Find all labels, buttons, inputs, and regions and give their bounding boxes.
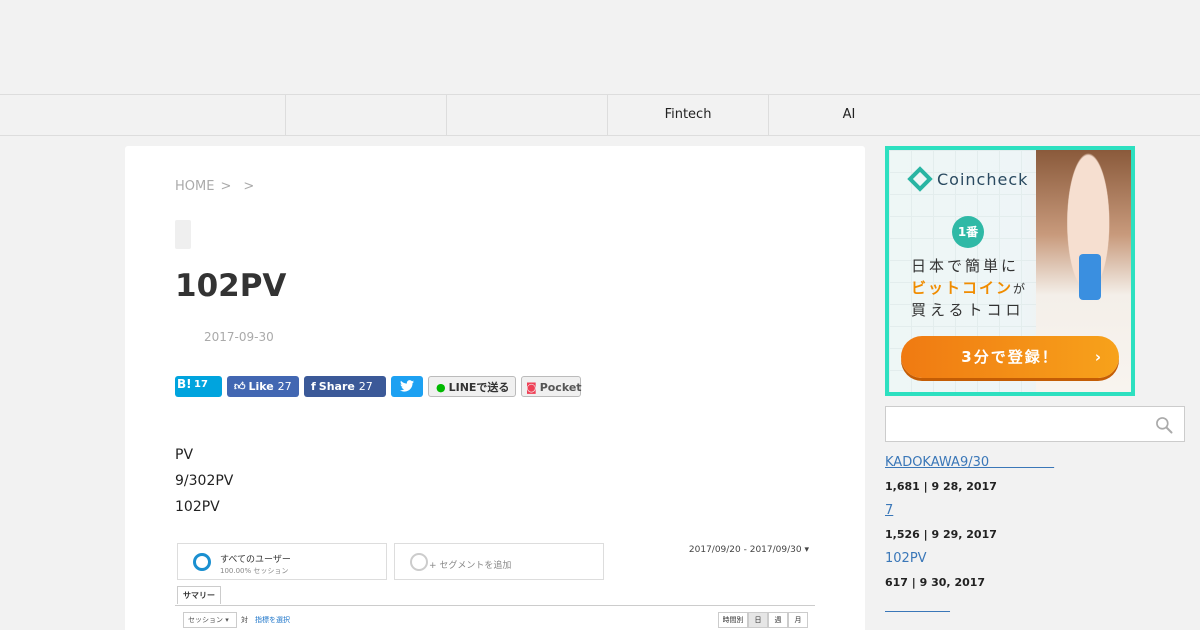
breadcrumb-home[interactable]: HOME bbox=[175, 179, 214, 194]
body-line: 9/302PV bbox=[175, 473, 234, 489]
tab-summary: サマリー bbox=[177, 586, 221, 604]
period-hour: 時間別 bbox=[718, 612, 748, 628]
ad-headline-2: ビットコインが bbox=[911, 279, 1028, 297]
like-label: Like bbox=[248, 380, 274, 393]
article-body: PV 9/302PV 102PV bbox=[175, 442, 233, 520]
ad-register-button[interactable]: 3分で登録！ › bbox=[901, 336, 1119, 378]
period-week: 週 bbox=[768, 612, 788, 628]
twitter-button[interactable] bbox=[391, 376, 423, 397]
hatena-bookmark-button[interactable]: B! 17 bbox=[175, 376, 222, 397]
date-range: 2017/09/20 - 2017/09/30 ▾ bbox=[688, 545, 809, 555]
line-icon: ● bbox=[436, 381, 446, 394]
search-box bbox=[885, 406, 1185, 442]
share-count: 27 bbox=[358, 380, 373, 393]
ad-headline-1: 日本で簡単に bbox=[911, 257, 1020, 275]
pocket-button[interactable]: ◙ Pocket bbox=[521, 376, 582, 397]
pocket-label: Pocket bbox=[539, 381, 582, 394]
popular-post-meta: 1,526 | 9 29, 2017 bbox=[885, 528, 997, 541]
nav-item-2[interactable] bbox=[446, 95, 607, 135]
twitter-bird-icon bbox=[400, 380, 414, 392]
segment-ring-icon bbox=[193, 553, 211, 571]
segment-all-users: すべてのユーザー 100.00% セッション bbox=[177, 543, 387, 580]
segment-name: すべてのユーザー bbox=[220, 555, 291, 565]
period-month: 月 bbox=[788, 612, 808, 628]
global-nav: Fintech AI bbox=[0, 94, 1200, 136]
ad-brand: Coincheck bbox=[937, 170, 1029, 189]
category-label[interactable] bbox=[175, 220, 191, 249]
nav-item-ai[interactable]: AI bbox=[768, 95, 929, 135]
search-input[interactable] bbox=[886, 407, 1146, 441]
article-card: HOME > > 102PV 2017-09-30 B! 17 👍︎ Like 27 … bbox=[125, 146, 865, 630]
analytics-screenshot-image: すべてのユーザー 100.00% セッション + セグメントを追加 2017/0… bbox=[175, 541, 815, 630]
hatena-icon: B! bbox=[177, 377, 192, 391]
nav-item-fintech[interactable]: Fintech bbox=[607, 95, 768, 135]
ad-inner: Coincheck 1番 日本で簡単に ビットコインが 買えるトコロ 3分で登録… bbox=[889, 150, 1131, 392]
divider bbox=[175, 605, 815, 606]
pick-metric-link: 指標を選択 bbox=[255, 616, 290, 624]
facebook-like-button[interactable]: 👍︎ Like 27 bbox=[227, 376, 299, 397]
period-day: 日 bbox=[748, 612, 768, 628]
popular-post-meta: 617 | 9 30, 2017 bbox=[885, 576, 986, 589]
site-header bbox=[0, 0, 1200, 94]
popular-post-link[interactable]: KADOKAWA9/30 bbox=[885, 452, 1185, 474]
segment-sub: 100.00% セッション bbox=[220, 567, 289, 575]
nav-item-1[interactable] bbox=[285, 95, 446, 135]
breadcrumb: HOME > > bbox=[175, 179, 260, 194]
page-title: 102PV bbox=[175, 268, 287, 304]
thumbs-up-icon: 👍︎ bbox=[234, 380, 246, 393]
popular-post-link[interactable]: 102PV bbox=[885, 548, 1185, 570]
vs-label: 対 bbox=[241, 616, 248, 624]
popular-posts-list: KADOKAWA9/30 1,681 | 9 28, 2017 7 1,526 … bbox=[885, 452, 1185, 630]
coincheck-ad-banner[interactable]: Coincheck 1番 日本で簡単に ビットコインが 買えるトコロ 3分で登録… bbox=[885, 146, 1135, 396]
metric-select: セッション ▾ bbox=[183, 612, 237, 628]
pocket-icon: ◙ bbox=[526, 381, 537, 394]
share-label: Share bbox=[318, 380, 355, 393]
body-line: 102PV bbox=[175, 499, 220, 515]
ad-badge: 1番 bbox=[952, 216, 984, 248]
body-line: PV bbox=[175, 447, 194, 463]
segment-add: + セグメントを追加 bbox=[394, 543, 604, 580]
smartphone-icon bbox=[1079, 254, 1101, 300]
segment-ring-icon bbox=[410, 553, 428, 571]
ad-headline-3: 買えるトコロ bbox=[911, 301, 1025, 319]
chevron-right-icon: › bbox=[1094, 348, 1103, 366]
line-share-button[interactable]: ● LINEで送る bbox=[428, 376, 516, 397]
popular-post-link[interactable] bbox=[885, 596, 1185, 618]
facebook-share-button[interactable]: f Share 27 bbox=[304, 376, 386, 397]
popular-post-meta: 1,681 | 9 28, 2017 bbox=[885, 480, 997, 493]
segment-add-label: + セグメントを追加 bbox=[429, 561, 512, 571]
search-icon[interactable] bbox=[1154, 415, 1174, 435]
like-count: 27 bbox=[277, 380, 292, 393]
breadcrumb-separator: > bbox=[243, 179, 255, 194]
popular-post-link[interactable]: 7 bbox=[885, 500, 1185, 522]
breadcrumb-separator: > bbox=[220, 179, 232, 194]
line-label: LINEで送る bbox=[448, 381, 510, 394]
post-date: 2017-09-30 bbox=[204, 330, 274, 344]
hatena-count: 17 bbox=[194, 379, 208, 390]
popular-post-meta bbox=[885, 618, 1185, 630]
facebook-icon: f bbox=[311, 380, 316, 393]
